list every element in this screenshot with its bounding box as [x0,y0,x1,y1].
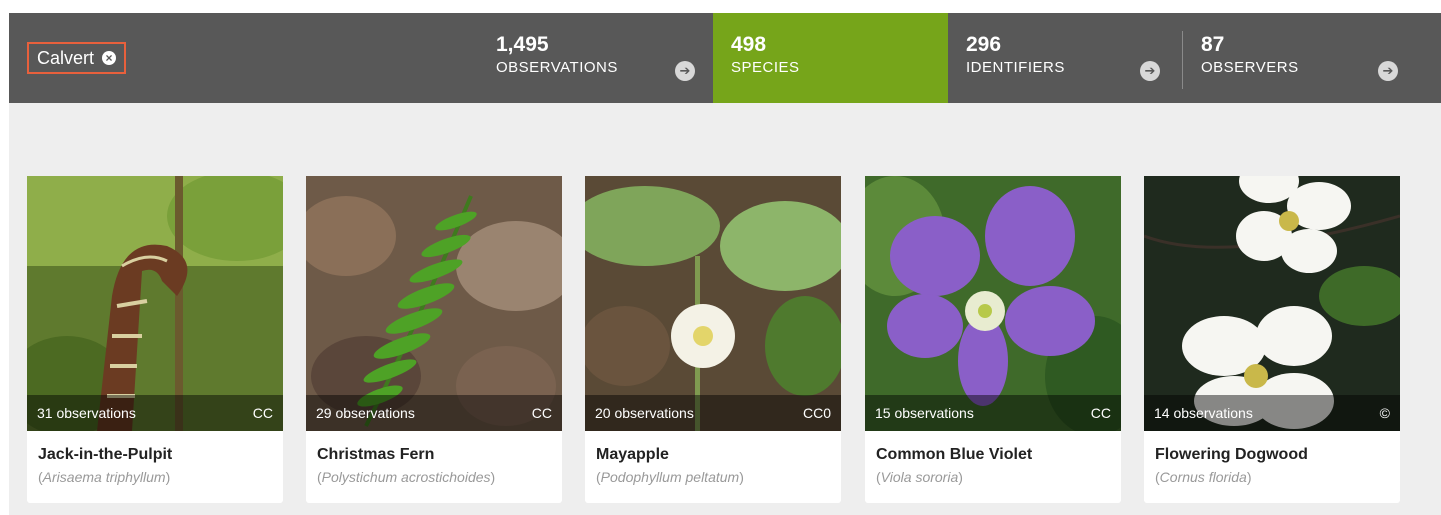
jack-in-the-pulpit-photo [27,176,283,431]
species-card-jack-in-the-pulpit[interactable]: 31 observations CC Jack-in-the-Pulpit (A… [27,176,283,503]
species-card-christmas-fern[interactable]: 29 observations CC Christmas Fern (Polys… [306,176,562,503]
license-badge: CC [252,405,273,421]
species-photo[interactable]: 31 observations CC [27,176,283,431]
species-card-mayapple[interactable]: 20 observations CC0 Mayapple (Podophyllu… [585,176,841,503]
photo-caption-bar: 20 observations CC0 [585,395,841,431]
license-badge: CC [531,405,552,421]
flowering-dogwood-photo [1144,176,1400,431]
license-badge: CC [1090,405,1111,421]
stat-identifiers[interactable]: 296 IDENTIFIERS ➔ [948,13,1178,103]
species-photo[interactable]: 29 observations CC [306,176,562,431]
common-blue-violet-photo [865,176,1121,431]
species-card-common-blue-violet[interactable]: 15 observations CC Common Blue Violet (V… [865,176,1121,503]
species-card-flowering-dogwood[interactable]: 14 observations © Flowering Dogwood (Cor… [1144,176,1400,503]
photo-caption-bar: 31 observations CC [27,395,283,431]
mayapple-photo [585,176,841,431]
stat-label: SPECIES [731,59,800,76]
species-common-name[interactable]: Mayapple [596,445,841,465]
observation-count: 31 observations [37,405,136,421]
stats-header: Calvert × 1,495 OBSERVATIONS ➔ 498 SPECI… [9,13,1441,103]
stat-count: 498 [731,33,767,56]
species-scientific-name: (Cornus florida) [1155,469,1252,485]
stat-count: 296 [966,33,1002,56]
species-photo[interactable]: 14 observations © [1144,176,1400,431]
species-grid: 31 observations CC Jack-in-the-Pulpit (A… [9,103,1441,515]
species-common-name[interactable]: Christmas Fern [317,445,562,465]
species-photo[interactable]: 20 observations CC0 [585,176,841,431]
arrow-right-icon[interactable]: ➔ [1378,61,1398,81]
observation-count: 29 observations [316,405,415,421]
observation-count: 15 observations [875,405,974,421]
species-scientific-name: (Viola sororia) [876,469,963,485]
place-filter-chip[interactable]: Calvert × [27,42,127,74]
place-filter-label: Calvert [37,47,95,68]
stat-count: 87 [1201,33,1225,56]
stat-species[interactable]: 498 SPECIES [713,13,948,103]
arrow-right-icon[interactable]: ➔ [675,61,695,81]
license-badge: CC0 [802,405,831,421]
species-common-name[interactable]: Common Blue Violet [876,445,1121,465]
photo-caption-bar: 29 observations CC [306,395,562,431]
observation-count: 14 observations [1154,405,1253,421]
species-scientific-name: (Podophyllum peltatum) [596,469,744,485]
species-common-name[interactable]: Flowering Dogwood [1155,445,1400,465]
photo-caption-bar: 14 observations © [1144,395,1400,431]
species-common-name[interactable]: Jack-in-the-Pulpit [38,445,283,465]
stat-observations[interactable]: 1,495 OBSERVATIONS ➔ [478,13,713,103]
stat-count: 1,495 [496,33,549,56]
license-badge: © [1379,405,1390,421]
observation-count: 20 observations [595,405,694,421]
stat-observers[interactable]: 87 OBSERVERS ➔ [1183,13,1416,103]
arrow-right-icon[interactable]: ➔ [1140,61,1160,81]
species-photo[interactable]: 15 observations CC [865,176,1121,431]
species-scientific-name: (Arisaema triphyllum) [38,469,171,485]
remove-filter-icon[interactable]: × [102,51,117,65]
species-scientific-name: (Polystichum acrostichoides) [317,469,496,485]
christmas-fern-photo [306,176,562,431]
photo-caption-bar: 15 observations CC [865,395,1121,431]
